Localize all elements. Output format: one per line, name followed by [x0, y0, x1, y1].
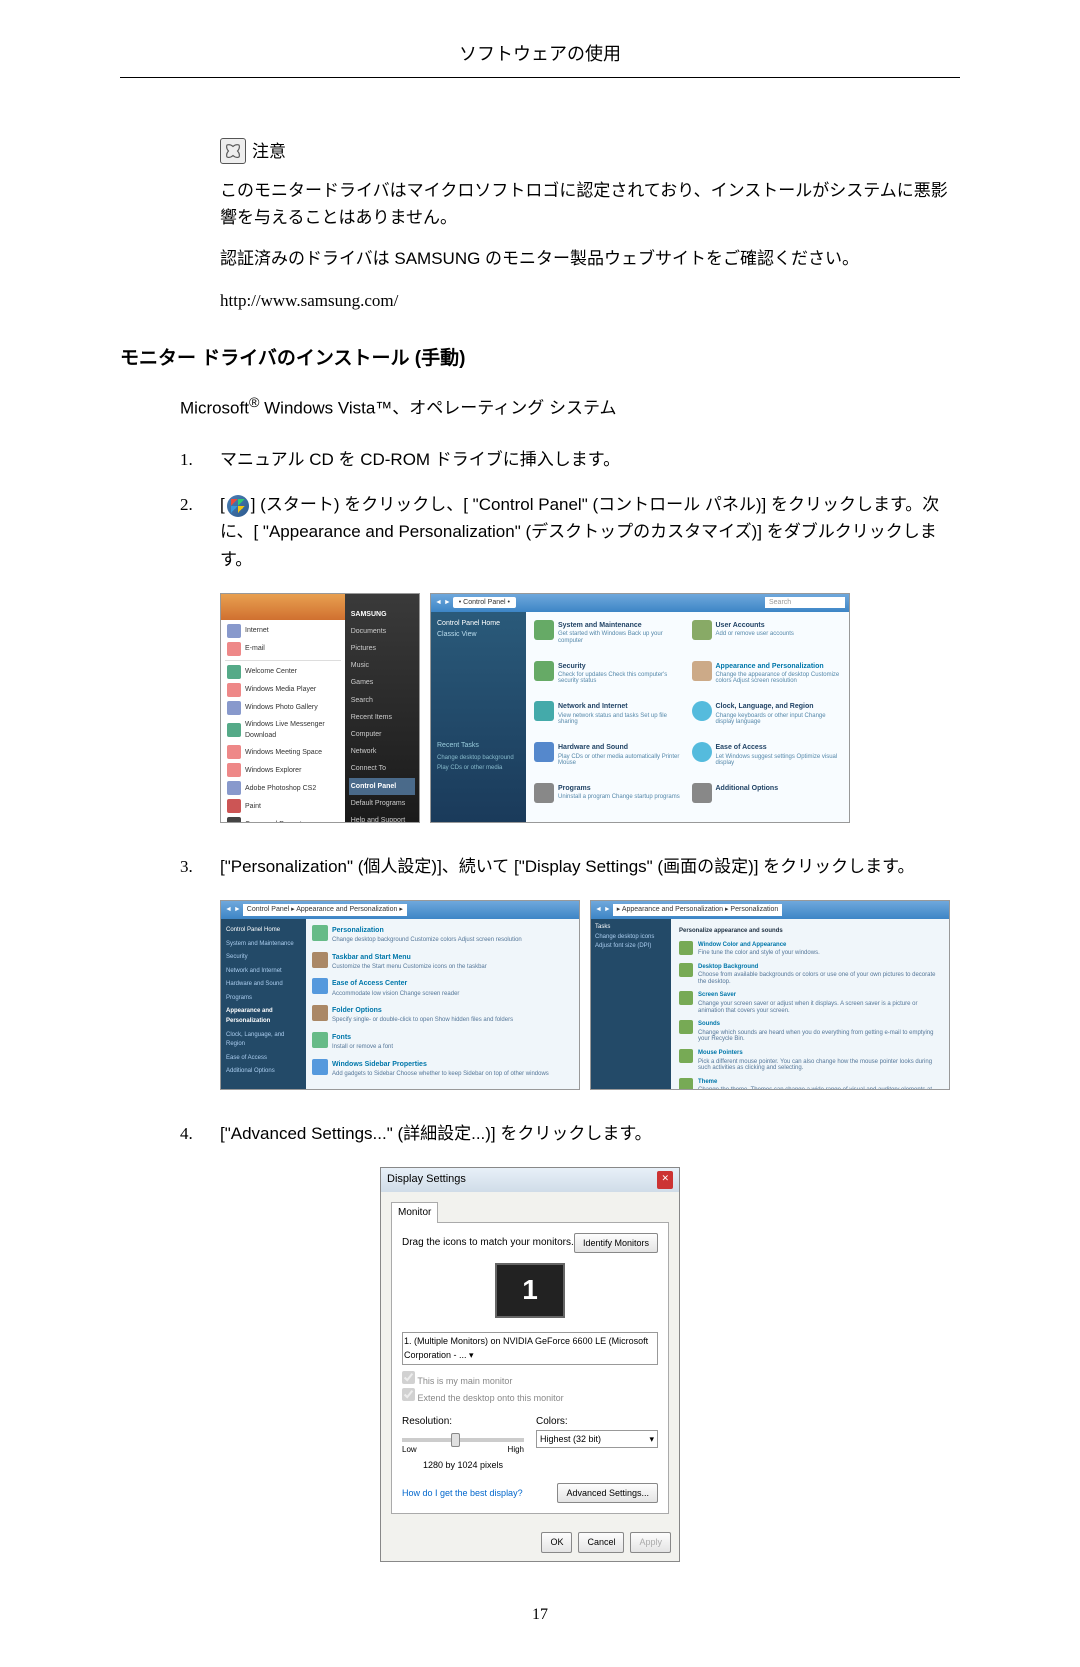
screenshot-appearance: ◄ ► Control Panel ▸ Appearance and Perso…	[220, 900, 580, 1090]
colors-combo: Highest (32 bit)▾	[536, 1430, 658, 1448]
note-paragraph-1: このモニタードライバはマイクロソフトロゴに認定されており、インストールがシステム…	[220, 177, 960, 231]
page-header-title: ソフトウェアの使用	[120, 40, 960, 78]
subtitle: Microsoft® Windows Vista™、オペレーティング システム	[180, 392, 960, 422]
screenshot-display-settings: Display Settings✕ Monitor Drag the icons…	[380, 1167, 680, 1562]
section-heading: モニター ドライバのインストール (手動)	[120, 344, 960, 374]
identify-monitors-button: Identify Monitors	[574, 1233, 658, 1253]
note-url: http://www.samsung.com/	[220, 287, 960, 314]
close-icon: ✕	[657, 1171, 673, 1189]
screenshot-personalization: ◄ ► ▸ Appearance and Personalization ▸ P…	[590, 900, 950, 1090]
note-section: 注意 このモニタードライバはマイクロソフトロゴに認定されており、インストールがシ…	[220, 138, 960, 314]
note-label: 注意	[252, 138, 286, 165]
cancel-button: Cancel	[578, 1532, 624, 1552]
screenshot-control-panel: ◄ ► • Control Panel •Search Control Pane…	[430, 593, 850, 823]
advanced-settings-button: Advanced Settings...	[557, 1483, 658, 1503]
screenshot-start-menu: Internet E-mail Welcome Center Windows M…	[220, 593, 420, 823]
apply-button: Apply	[630, 1532, 671, 1552]
step-4: 4. ["Advanced Settings..." (詳細設定...)] をク…	[180, 1120, 960, 1147]
page-number: 17	[120, 1602, 960, 1628]
monitor-preview: 1	[495, 1263, 565, 1318]
help-link: How do I get the best display?	[402, 1486, 523, 1500]
step-3: 3. ["Personalization" (個人設定)]、続いて ["Disp…	[180, 853, 960, 880]
windows-start-icon	[227, 495, 249, 517]
monitor-select: 1. (Multiple Monitors) on NVIDIA GeForce…	[402, 1332, 658, 1365]
note-icon	[220, 138, 246, 164]
resolution-slider	[402, 1438, 524, 1442]
ok-button: OK	[541, 1532, 572, 1552]
note-paragraph-2: 認証済みのドライバは SAMSUNG のモニター製品ウェブサイトをご確認ください…	[220, 245, 960, 272]
step-1: 1. マニュアル CD を CD-ROM ドライブに挿入します。	[180, 446, 960, 473]
step-2: 2. [] (スタート) をクリックし、[ "Control Panel" (コ…	[180, 491, 960, 573]
